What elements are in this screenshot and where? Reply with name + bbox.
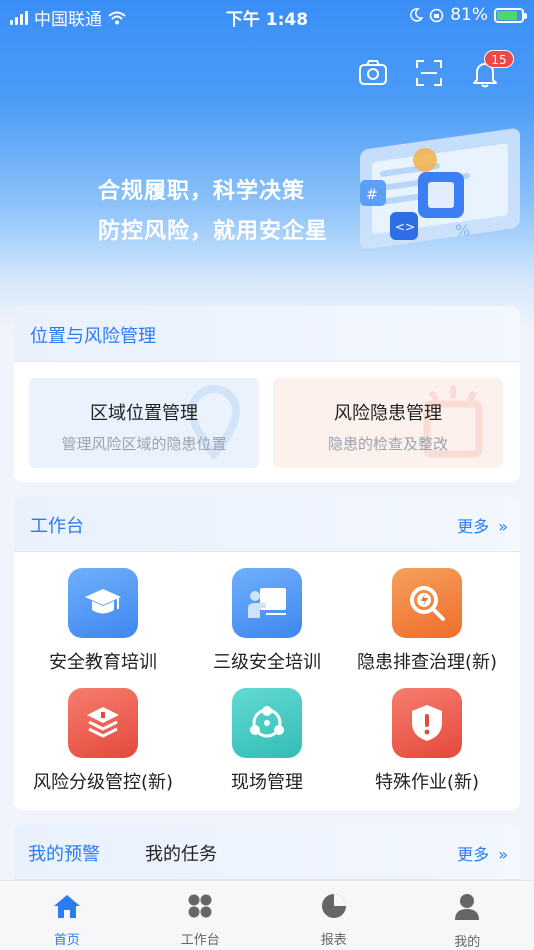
- presenter-board-icon: [232, 568, 302, 638]
- tab-reports-label: 报表: [320, 933, 347, 948]
- network-icon: [232, 688, 302, 758]
- svg-text:%: %: [455, 221, 470, 240]
- tab-workbench-label: 工作台: [180, 933, 220, 948]
- shield-alert-icon: [392, 688, 462, 758]
- workbench-more-link[interactable]: 更多 »: [457, 513, 508, 537]
- workbench-item-label: 隐患排查治理(新): [356, 652, 498, 673]
- location-risk-title: 位置与风险管理: [30, 326, 156, 347]
- camera-icon: [359, 60, 387, 85]
- svg-text:#: #: [366, 187, 378, 203]
- location-risk-header: 位置与风险管理: [14, 306, 520, 362]
- alerts-header: 我的预警 我的任务 更多 »: [14, 824, 520, 880]
- search-alert-icon: [392, 568, 462, 638]
- scan-button[interactable]: [414, 58, 444, 88]
- moon-icon: [410, 8, 424, 22]
- graduation-cap-icon: [68, 568, 138, 638]
- user-icon: [455, 894, 480, 920]
- risk-hazard-title: 风险隐患管理: [334, 403, 442, 424]
- status-bar: 中国联通 下午 1:48 81%: [0, 0, 534, 32]
- hero-banner: # <> % 中国联通 下午 1:48 81% 15 合规履职，科学决策 防控风…: [0, 0, 534, 330]
- banner-illustration: # <> %: [360, 128, 520, 249]
- workbench-more-label: 更多: [457, 517, 490, 536]
- slogan-line2: 防控风险，就用安企星: [98, 219, 329, 244]
- camera-button[interactable]: [358, 58, 388, 88]
- tab-my-warnings[interactable]: 我的预警: [28, 840, 100, 866]
- workbench-item-safety-education[interactable]: 安全教育培训: [18, 568, 188, 674]
- workbench-item-special-work[interactable]: 特殊作业(新): [342, 688, 512, 794]
- tab-reports[interactable]: 报表: [267, 881, 401, 950]
- double-chevron-right-icon: »: [498, 517, 508, 536]
- banner-slogan: 合规履职，科学决策 防控风险，就用安企星: [98, 172, 328, 252]
- alerts-more-label: 更多: [457, 845, 490, 864]
- area-location-subtitle: 管理风险区域的隐患位置: [61, 435, 227, 453]
- tab-profile[interactable]: 我的: [401, 881, 534, 950]
- risk-hazard-subtitle: 隐患的检查及整改: [327, 435, 448, 453]
- tab-home-label: 首页: [53, 933, 80, 948]
- workbench-item-hazard-check[interactable]: 隐患排查治理(新): [342, 568, 512, 674]
- layers-icon: [68, 688, 138, 758]
- tab-home[interactable]: 首页: [0, 881, 134, 950]
- workbench-item-three-level-training[interactable]: 三级安全培训: [182, 568, 352, 674]
- location-risk-card: 位置与风险管理 区域位置管理 管理风险区域的隐患位置 风险隐患管理 隐患的检查及…: [14, 306, 520, 482]
- workbench-card: 工作台 更多 » 安全教育培训 三级安全培训 隐患排查治理(新) 风险分级管控(…: [14, 496, 520, 810]
- workbench-title: 工作台: [30, 516, 84, 537]
- workbench-item-risk-control[interactable]: 风险分级管控(新): [18, 688, 188, 794]
- rotation-lock-icon: [429, 8, 444, 22]
- notification-badge: 15: [484, 50, 514, 68]
- workbench-item-label: 三级安全培训: [213, 652, 321, 673]
- scan-icon: [416, 60, 442, 86]
- double-chevron-right-icon: »: [498, 845, 508, 864]
- workbench-item-label: 风险分级管控(新): [32, 772, 174, 793]
- workbench-item-label: 安全教育培训: [49, 652, 157, 673]
- notifications-button[interactable]: 15: [470, 50, 514, 88]
- risk-hazard-button[interactable]: 风险隐患管理 隐患的检查及整改: [273, 378, 503, 468]
- tab-my-tasks[interactable]: 我的任务: [145, 840, 217, 866]
- pie-chart-icon: [321, 894, 346, 918]
- tab-workbench[interactable]: 工作台: [134, 881, 268, 950]
- slogan-line1: 合规履职，科学决策: [98, 179, 306, 204]
- workbench-header: 工作台 更多 »: [14, 496, 520, 552]
- alerts-more-link[interactable]: 更多 »: [457, 841, 508, 865]
- workbench-item-label: 现场管理: [231, 772, 303, 793]
- grid-icon: [188, 894, 212, 918]
- workbench-item-site-management[interactable]: 现场管理: [182, 688, 352, 794]
- area-location-button[interactable]: 区域位置管理 管理风险区域的隐患位置: [29, 378, 259, 468]
- bottom-tab-bar: 首页 工作台 报表 我的: [0, 880, 534, 950]
- battery-percent: 81%: [450, 5, 488, 25]
- workbench-item-label: 特殊作业(新): [374, 772, 480, 793]
- area-location-title: 区域位置管理: [90, 403, 198, 424]
- tab-profile-label: 我的: [454, 935, 481, 950]
- svg-text:<>: <>: [395, 220, 415, 234]
- home-icon: [53, 895, 80, 918]
- battery-icon: [494, 7, 527, 23]
